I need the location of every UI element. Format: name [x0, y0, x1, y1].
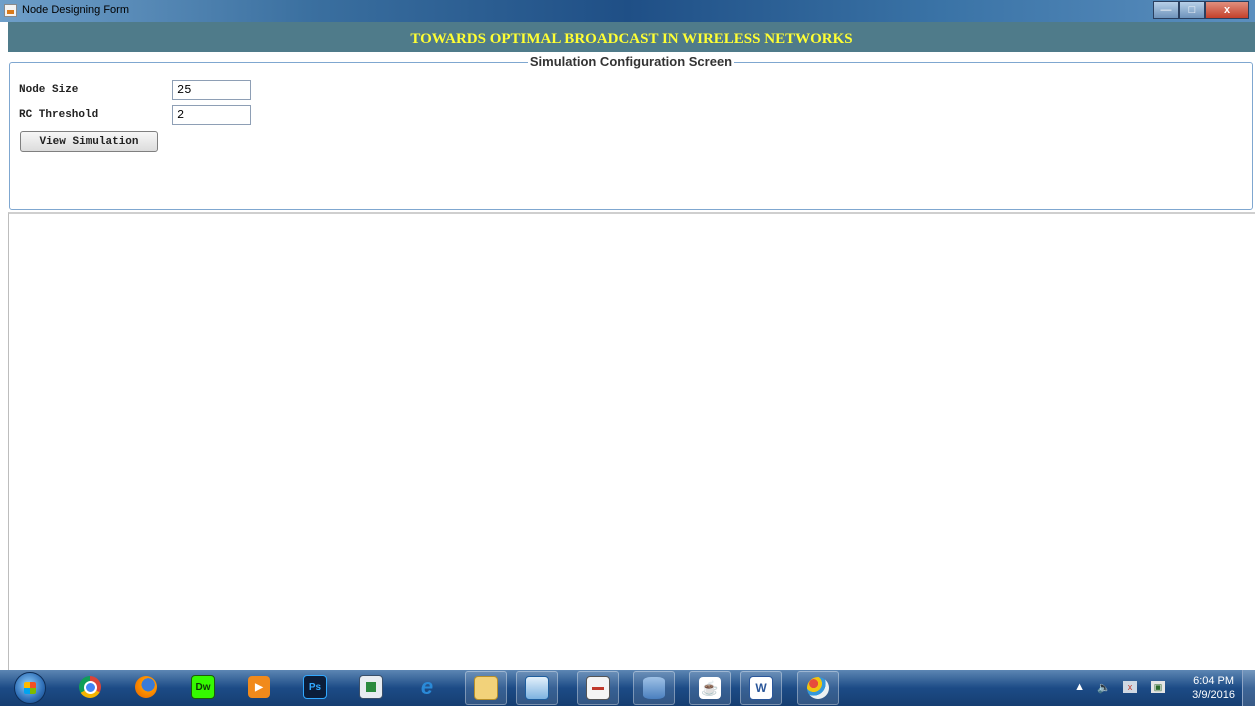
- simulation-canvas[interactable]: [8, 212, 1255, 670]
- view-simulation-button[interactable]: View Simulation: [20, 131, 158, 152]
- minimize-button[interactable]: —: [1153, 1, 1179, 19]
- window-title-bar[interactable]: Node Designing Form — □ x: [0, 0, 1255, 22]
- action-center-icon[interactable]: ▣: [1151, 681, 1165, 693]
- photoshop-label: Ps: [303, 675, 327, 699]
- word-label: W: [749, 676, 773, 700]
- firefox-icon[interactable]: [133, 674, 159, 700]
- dreamweaver-label: Dw: [191, 675, 215, 699]
- photoshop-icon[interactable]: Ps: [302, 674, 328, 700]
- database-icon[interactable]: [633, 671, 675, 705]
- java-app-icon: [4, 4, 17, 17]
- word-icon[interactable]: W: [740, 671, 782, 705]
- app-banner: TOWARDS OPTIMAL BROADCAST IN WIRELESS NE…: [8, 22, 1255, 52]
- internet-explorer-icon[interactable]: e: [414, 674, 440, 700]
- maximize-button[interactable]: □: [1179, 1, 1205, 19]
- window-controls: — □ x: [1153, 1, 1249, 19]
- show-hidden-icons-icon[interactable]: ▲: [1074, 681, 1085, 693]
- ie-label: e: [420, 674, 434, 699]
- node-size-input[interactable]: [172, 80, 251, 100]
- panel-legend-text: Simulation Configuration Screen: [527, 54, 735, 69]
- close-button[interactable]: x: [1205, 1, 1249, 19]
- rc-threshold-label: RC Threshold: [19, 109, 99, 121]
- chrome-icon[interactable]: [77, 674, 103, 700]
- file-explorer-icon[interactable]: [465, 671, 507, 705]
- simulation-config-panel: Simulation Configuration Screen Node Siz…: [9, 54, 1253, 210]
- node-size-label: Node Size: [19, 84, 79, 96]
- java-icon[interactable]: ☕: [689, 671, 731, 705]
- banner-heading: TOWARDS OPTIMAL BROADCAST IN WIRELESS NE…: [410, 31, 853, 47]
- notepad-icon[interactable]: [577, 671, 619, 705]
- start-button[interactable]: [14, 672, 46, 704]
- clock-time: 6:04 PM: [1193, 675, 1235, 687]
- volume-icon[interactable]: 🔈: [1097, 681, 1111, 694]
- paint-icon[interactable]: [797, 671, 839, 705]
- media-player-icon[interactable]: ▶: [246, 674, 272, 700]
- panel-legend: Simulation Configuration Screen: [10, 53, 1252, 71]
- clock[interactable]: 6:04 PM 3/9/2016: [1192, 674, 1235, 702]
- window-title: Node Designing Form: [22, 4, 129, 16]
- virtualbox-icon[interactable]: [516, 671, 558, 705]
- window-app-icon[interactable]: [358, 674, 384, 700]
- show-desktop-button[interactable]: [1242, 670, 1255, 706]
- dreamweaver-icon[interactable]: Dw: [190, 674, 216, 700]
- rc-threshold-input[interactable]: [172, 105, 251, 125]
- taskbar: Dw ▶ Ps e ☕ W ▲ 🔈 x ▣ 6:04 PM 3/9/2016: [0, 670, 1255, 706]
- clock-date: 3/9/2016: [1192, 689, 1235, 701]
- network-error-icon[interactable]: x: [1123, 681, 1137, 693]
